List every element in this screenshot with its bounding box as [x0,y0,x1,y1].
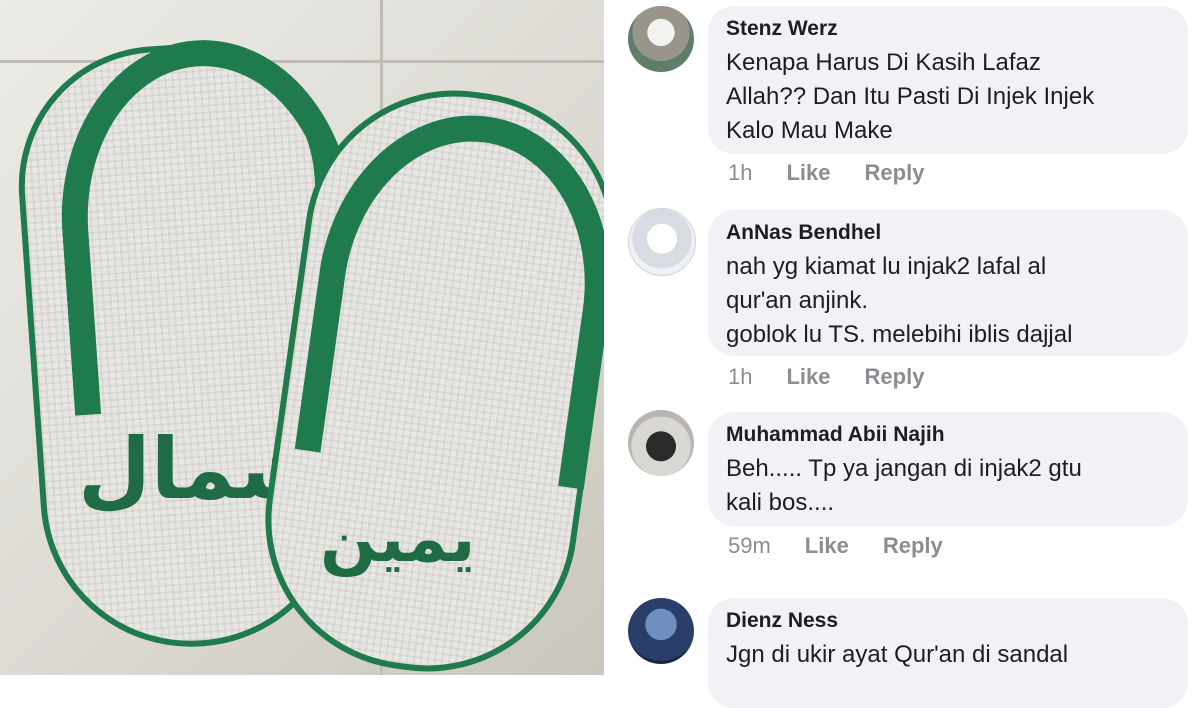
comment-bubble: Muhammad Abii Najih Beh..... Tp ya janga… [708,412,1188,526]
ramadan-avatar-icon[interactable] [628,598,694,664]
comment-time[interactable]: 1h [728,364,752,390]
comment-time[interactable]: 59m [728,533,771,559]
comment-bubble: AnNas Bendhel nah yg kiamat lu injak2 la… [708,210,1188,356]
comment-author[interactable]: Stenz Werz [726,16,1166,42]
comment-text: Beh..... Tp ya jangan di injak2 gtu kali… [726,455,1082,516]
comment-actions: 59m Like Reply [728,533,977,559]
like-button[interactable]: Like [786,160,830,186]
comment-bubble: Dienz Ness Jgn di ukir ayat Qur'an di sa… [708,598,1188,708]
right-sandal-arabic-text: يمين [320,500,476,577]
comment-text: Jgn di ukir ayat Qur'an di sandal [726,641,1069,668]
comment-actions: 1h Like Reply [728,364,958,390]
person-avatar-icon[interactable] [628,410,694,476]
comments-panel: Stenz Werz Kenapa Harus Di Kasih Lafaz A… [608,0,1200,708]
like-button[interactable]: Like [805,533,849,559]
reply-button[interactable]: Reply [865,160,925,186]
anime-avatar-icon[interactable] [628,208,696,276]
comment-author[interactable]: Muhammad Abii Najih [726,422,1166,448]
comment-text: Kenapa Harus Di Kasih Lafaz Allah?? Dan … [726,49,1095,144]
reply-button[interactable]: Reply [883,533,943,559]
comment-time[interactable]: 1h [728,160,752,186]
comment-author[interactable]: AnNas Bendhel [726,220,1166,246]
cat-avatar-icon[interactable] [628,6,694,72]
comment-author[interactable]: Dienz Ness [726,608,1166,634]
comment-bubble: Stenz Werz Kenapa Harus Di Kasih Lafaz A… [708,6,1188,154]
comment-text: nah yg kiamat lu injak2 lafal al qur'an … [726,253,1073,348]
like-button[interactable]: Like [786,364,830,390]
sandals-photo: شمال يمين [0,0,604,675]
comment-actions: 1h Like Reply [728,160,958,186]
reply-button[interactable]: Reply [865,364,925,390]
